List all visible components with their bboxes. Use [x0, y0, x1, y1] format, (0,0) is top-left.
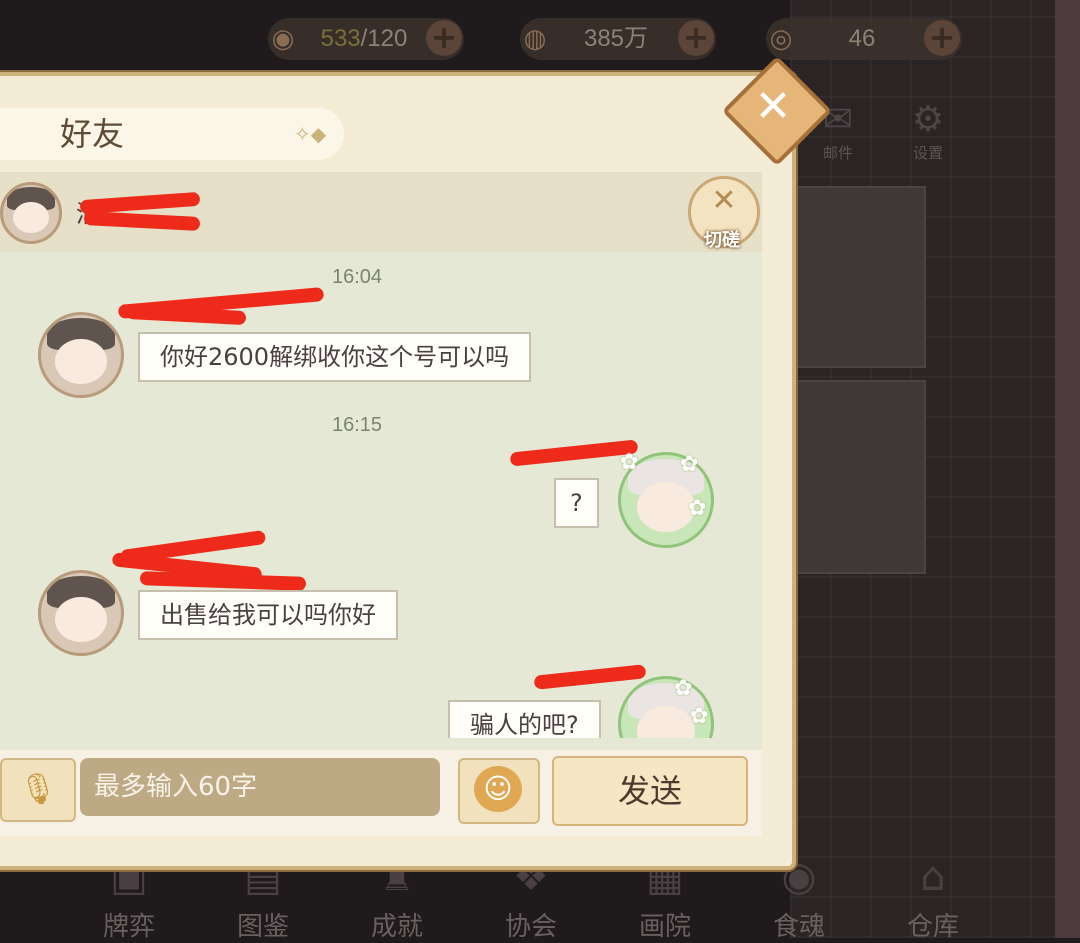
friend-message-avatar[interactable]	[38, 570, 124, 656]
jade-resource: ◎ 46 +	[766, 18, 962, 60]
emoji-button[interactable]: ☺	[458, 758, 540, 824]
jade-amount: 46	[848, 25, 876, 52]
event-banner-1[interactable]	[792, 186, 926, 368]
jade-icon: ◎	[769, 24, 793, 54]
flower-icon: ✿	[680, 452, 699, 477]
food-capacity: /120	[360, 25, 408, 52]
flower-icon: ✿	[620, 450, 639, 475]
coin-resource: ◍ 385万 +	[520, 18, 716, 60]
title-bar: 好友 ✧◆	[0, 108, 344, 160]
voice-button[interactable]: 🎙	[0, 758, 76, 822]
rice-bowl-icon: ◉	[271, 24, 295, 54]
add-food-button[interactable]: +	[426, 20, 462, 56]
sparkle-icon: ✧◆	[294, 122, 327, 146]
warehouse-icon: ⌂	[920, 854, 946, 900]
mail-label: 邮件	[822, 144, 853, 162]
settings-button[interactable]: ⚙ 设置	[898, 98, 958, 163]
add-coin-button[interactable]: +	[678, 20, 714, 56]
event-banner-2[interactable]	[792, 380, 926, 574]
settings-label: 设置	[912, 144, 943, 162]
crossed-utensils-icon: ✕	[711, 183, 737, 218]
message-timestamp: 16:15	[331, 414, 383, 436]
message-bubble-sent: ?	[554, 478, 599, 528]
flower-icon: ✿	[688, 496, 707, 521]
dialog-title: 好友	[60, 115, 125, 153]
food-resource: ◉ 533/120 +	[268, 18, 464, 60]
flower-icon: ✿	[690, 704, 709, 729]
microphone-icon: 🎙	[18, 772, 58, 807]
food-amount: 533	[320, 25, 361, 52]
message-timestamp: 16:04	[331, 266, 383, 288]
friend-avatar[interactable]	[0, 182, 62, 244]
message-bubble-received: 你好2600解绑收你这个号可以吗	[138, 332, 532, 382]
close-icon[interactable]: ✕	[742, 76, 804, 138]
spar-label: 切磋	[704, 230, 740, 251]
cat-face-icon: ☺	[474, 766, 522, 812]
coin-icon: ◍	[523, 24, 547, 54]
screen-frame	[1055, 0, 1080, 938]
send-button[interactable]: 发送	[552, 756, 748, 826]
message-input[interactable]	[80, 758, 440, 816]
gear-icon: ⚙	[911, 99, 945, 140]
friend-message-avatar[interactable]	[38, 312, 124, 398]
nav-warehouse[interactable]: ⌂ 仓库	[878, 848, 988, 943]
chat-scroll-clip: 骗人的吧? ✿ ✿	[0, 672, 762, 738]
coin-amount: 385万	[583, 25, 649, 52]
add-jade-button[interactable]: +	[924, 20, 960, 56]
message-bubble-received: 出售给我可以吗你好	[138, 590, 398, 640]
message-bubble-sent: 骗人的吧?	[448, 700, 601, 738]
flower-icon: ✿	[674, 676, 693, 701]
